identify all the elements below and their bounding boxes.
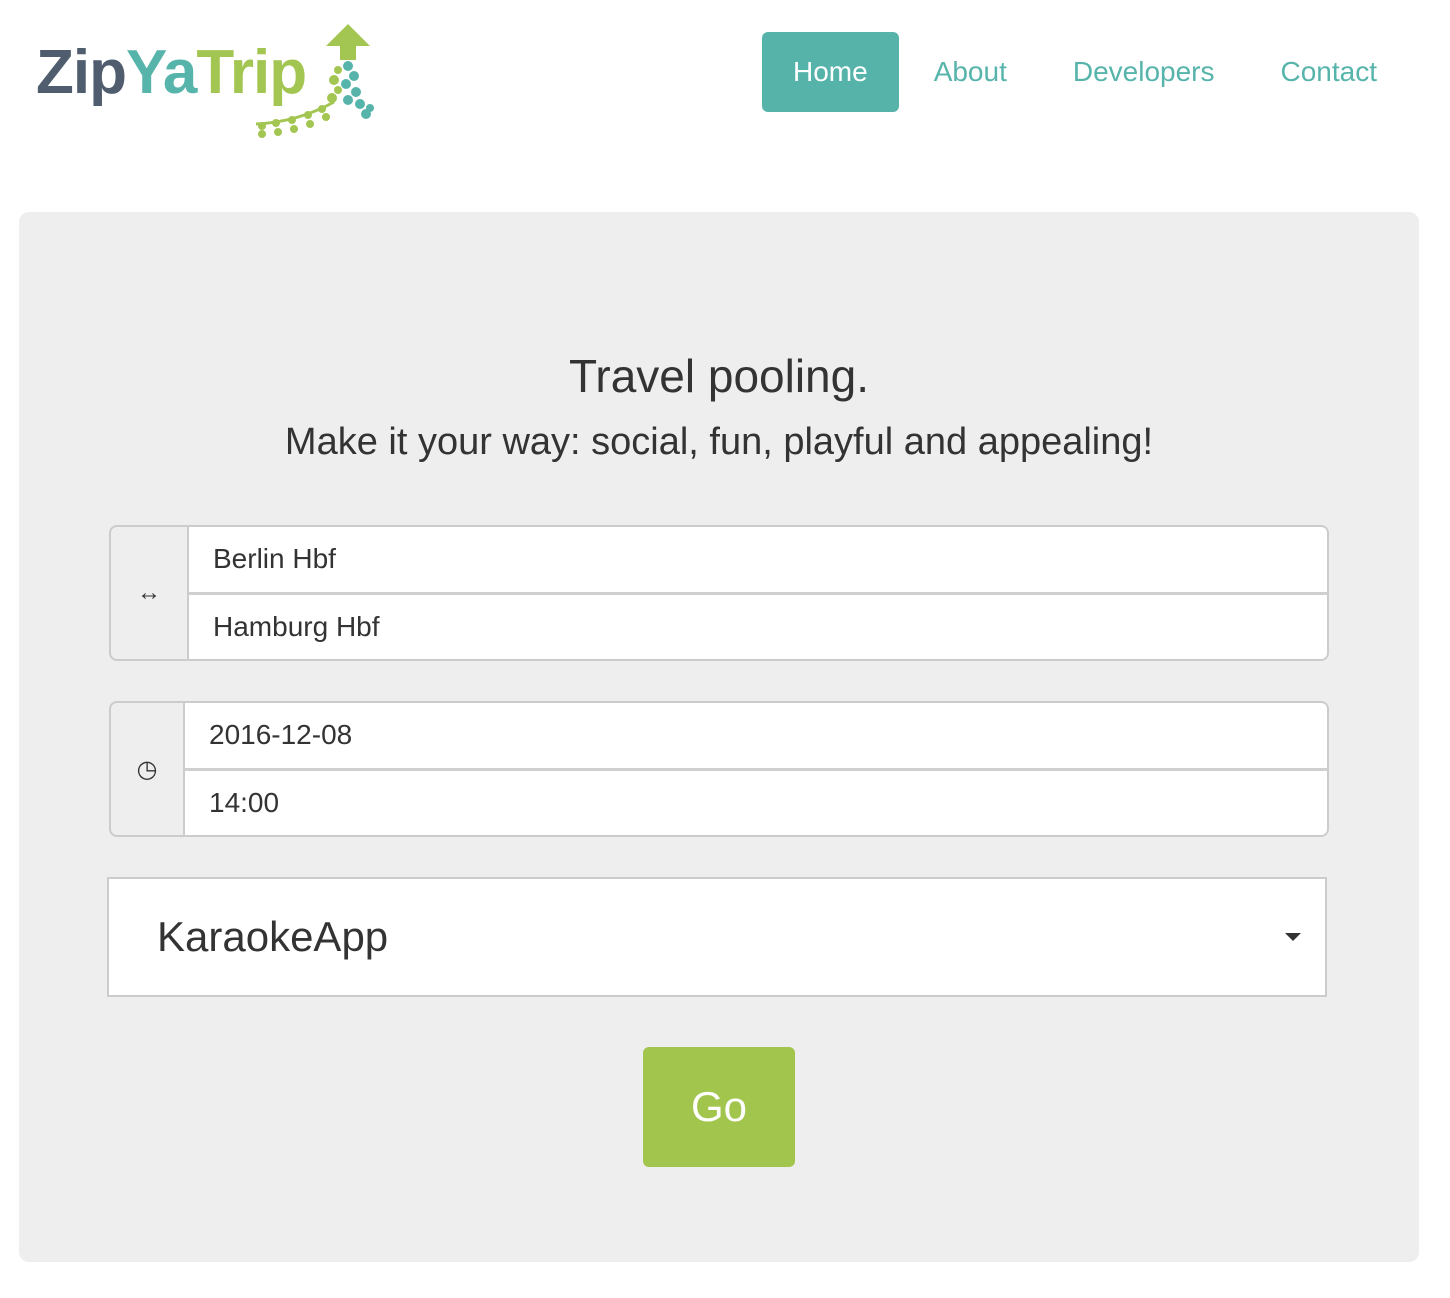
nav-developers[interactable]: Developers (1042, 32, 1246, 112)
nav-home[interactable]: Home (761, 32, 899, 112)
app-select-value: KaraokeApp (157, 913, 389, 960)
nav-contact[interactable]: Contact (1250, 32, 1409, 112)
from-station-input[interactable]: Berlin Hbf (189, 527, 1327, 592)
datetime-fields: 2016-12-08 14:00 (185, 703, 1327, 835)
app-select[interactable]: KaraokeApp (107, 877, 1327, 997)
arrow-up-confetti-icon (255, 24, 374, 138)
datetime-input-group: ◷ 2016-12-08 14:00 (109, 701, 1329, 837)
route-input-group: ↔ Berlin Hbf Hamburg Hbf (109, 525, 1329, 661)
hero-title: Travel pooling. (568, 350, 869, 402)
caret-down-icon (1285, 933, 1301, 941)
logo[interactable]: ZipYaTrip (36, 22, 376, 142)
swap-arrows-icon[interactable]: ↔ (111, 527, 189, 659)
go-button[interactable]: Go (643, 1047, 795, 1167)
date-input[interactable]: 2016-12-08 (185, 703, 1327, 768)
logo-text-zip: Zip (36, 38, 127, 107)
nav-about[interactable]: About (903, 32, 1038, 112)
header: ZipYaTrip Home About Developers Contact (0, 0, 1450, 150)
hero-panel: Travel pooling. Make it your way: social… (19, 212, 1419, 1262)
time-input[interactable]: 14:00 (185, 770, 1327, 835)
clock-icon: ◷ (111, 703, 185, 835)
route-fields: Berlin Hbf Hamburg Hbf (189, 527, 1327, 659)
to-station-input[interactable]: Hamburg Hbf (189, 594, 1327, 659)
logo-text-ya: Ya (125, 38, 197, 107)
main-nav: Home About Developers Contact (761, 32, 1409, 112)
hero-subtitle: Make it your way: social, fun, playful a… (284, 421, 1154, 463)
